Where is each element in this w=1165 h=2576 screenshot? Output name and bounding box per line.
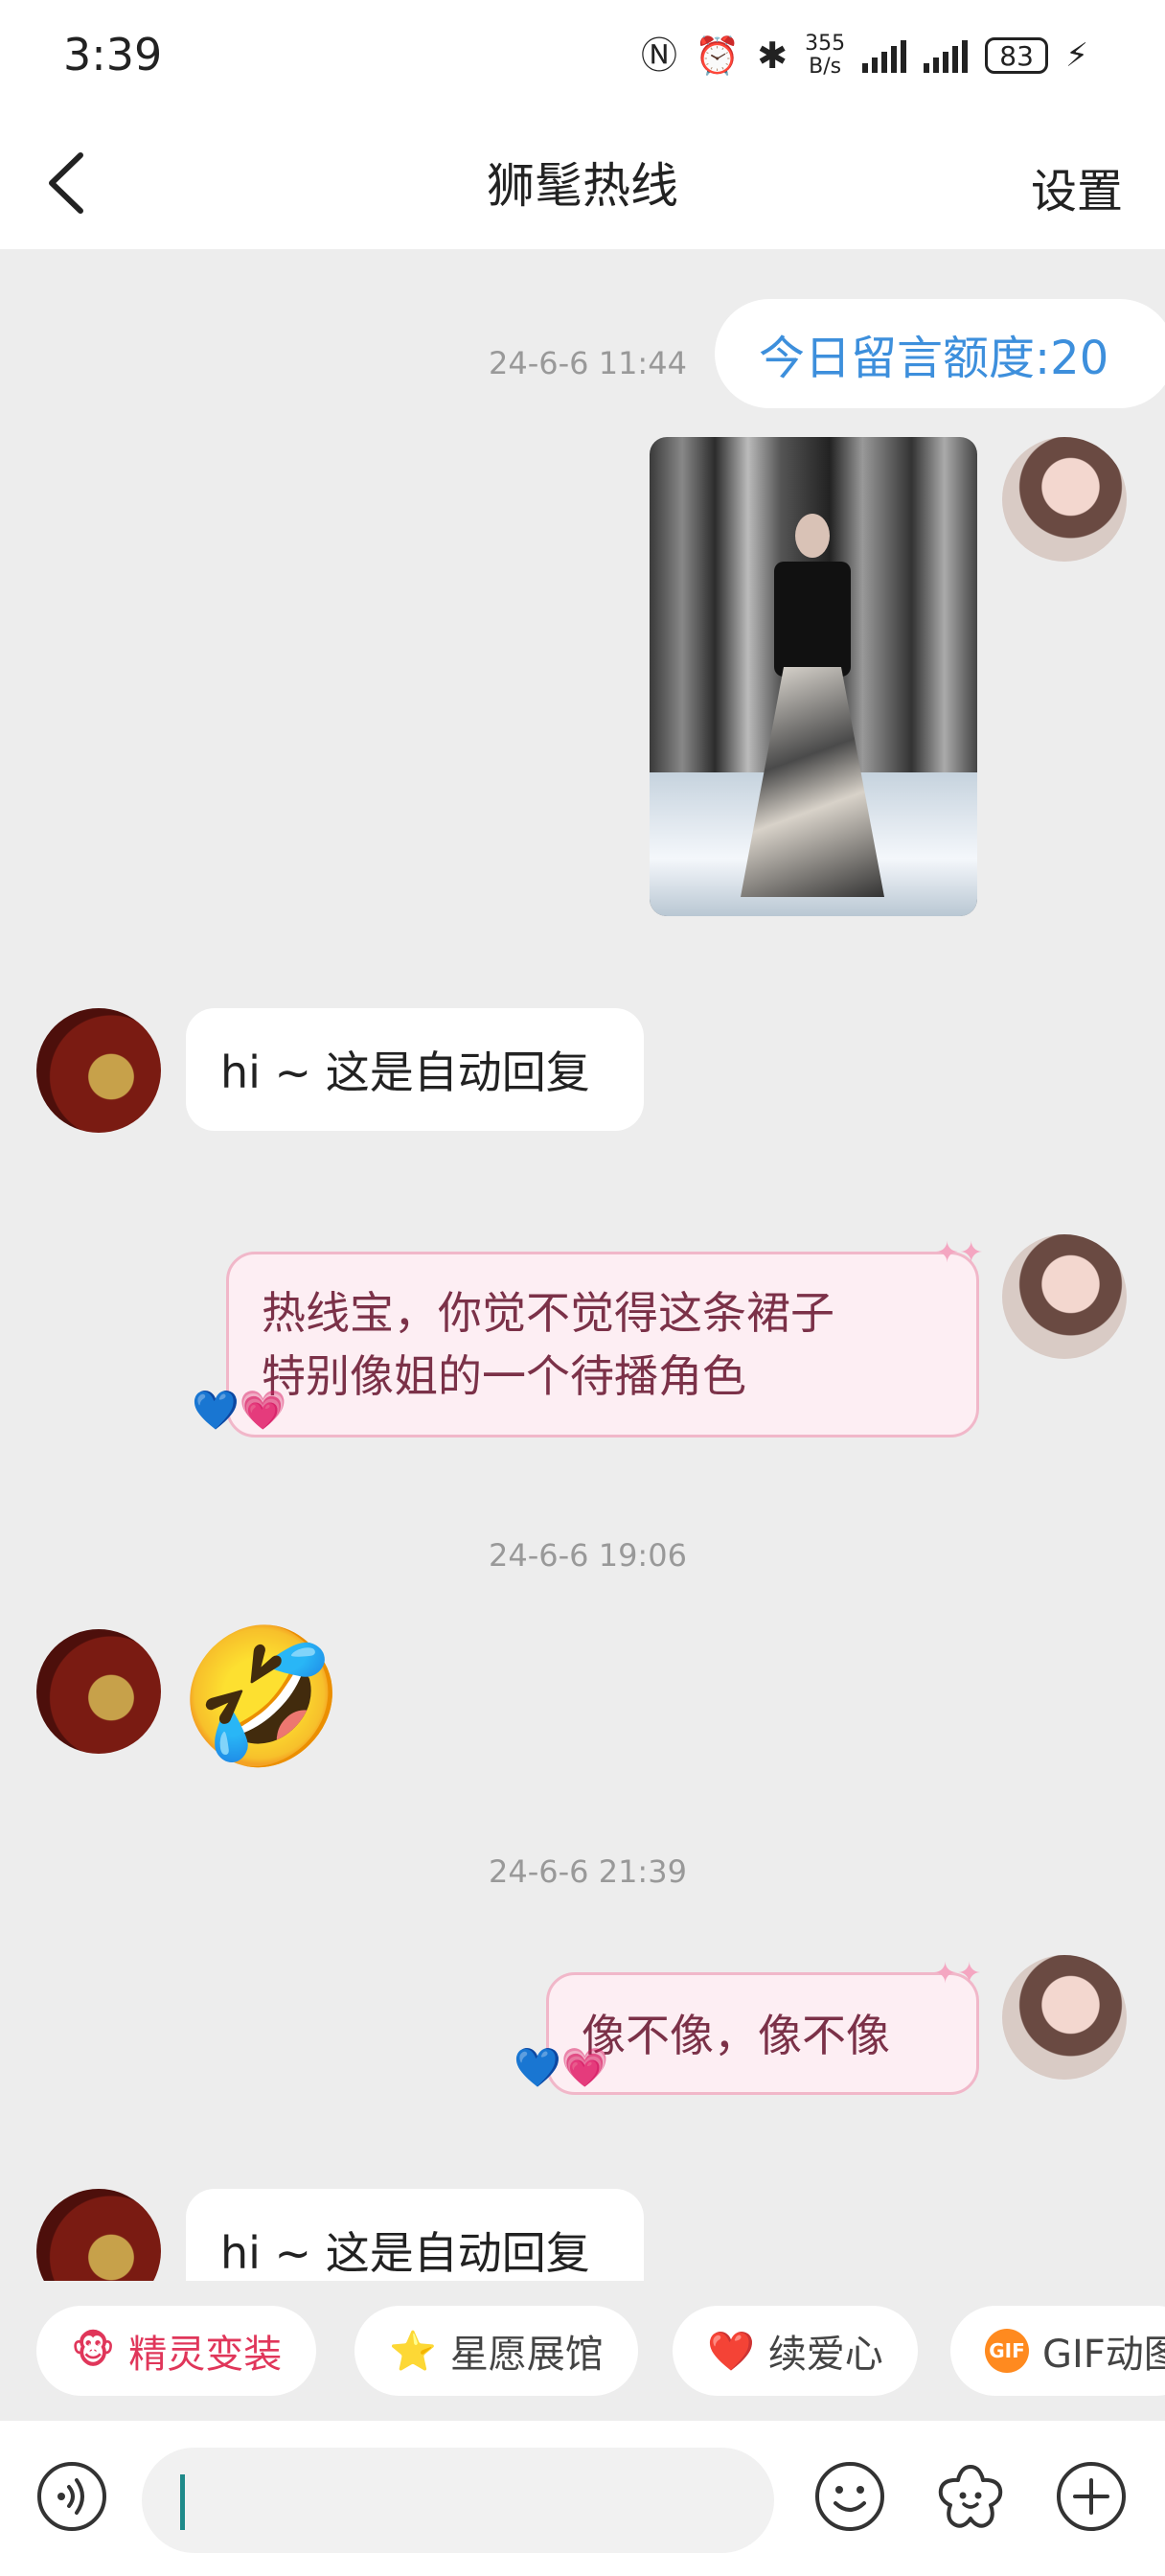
text-cursor xyxy=(180,2474,185,2530)
photo-dress-top xyxy=(774,562,851,677)
timestamp: 24-6-6 19:06 xyxy=(489,1537,687,1574)
message-bubble[interactable]: 热线宝，你觉不觉得这条裙子 特别像姐的一个待播角色 xyxy=(226,1252,979,1438)
star-icon: ⭐ xyxy=(389,2329,437,2374)
chip-label: 续爱心 xyxy=(767,2333,883,2377)
signal-icon xyxy=(862,38,907,73)
hearts-decoration-icon: 💙💗 xyxy=(514,2046,609,2090)
status-time: 3:39 xyxy=(63,29,163,80)
photo-dress-skirt xyxy=(741,667,884,897)
avatar[interactable] xyxy=(36,1629,161,1754)
hearts-decoration-icon: 💙💗 xyxy=(192,1389,287,1433)
message-input[interactable] xyxy=(142,2448,774,2553)
input-bar xyxy=(0,2421,1165,2576)
sparkle-decoration-icon: ✦✦ xyxy=(933,1957,982,1990)
network-speed-value: 355 xyxy=(805,32,846,56)
network-speed-unit: B/s xyxy=(809,55,842,79)
smiley-icon[interactable] xyxy=(812,2459,887,2534)
monkey-face-icon: 🐵 xyxy=(71,2329,116,2373)
settings-button[interactable]: 设置 xyxy=(1031,153,1123,220)
status-icons: Ⓝ ⏰ ✱ 355 B/s 83 ⚡ xyxy=(641,33,1088,79)
emoji-message[interactable]: 🤣 xyxy=(178,1631,345,1765)
photo-model-head xyxy=(795,514,830,558)
timestamp: 24-6-6 11:44 xyxy=(489,345,687,381)
network-speed: 355 B/s xyxy=(805,33,845,79)
quick-actions-bar[interactable]: 🐵 精灵变装 ⭐ 星愿展馆 ❤️ 续爱心 GIF GIF动图 xyxy=(0,2281,1165,2421)
flower-icon[interactable] xyxy=(933,2459,1008,2534)
battery-icon: 83 xyxy=(985,37,1049,74)
battery-level: 83 xyxy=(999,39,1034,72)
chat-area[interactable]: 24-6-6 11:44 今日留言额度:20 hi ~ 这是自动回复 热线宝，你… xyxy=(0,249,1165,2281)
bluetooth-icon: ✱ xyxy=(757,34,788,77)
gif-icon: GIF xyxy=(985,2329,1029,2373)
alarm-icon: ⏰ xyxy=(694,34,741,77)
message-quota-badge: 今日留言额度:20 xyxy=(715,299,1165,408)
chip-label: 精灵变装 xyxy=(128,2333,283,2377)
nfc-icon: Ⓝ xyxy=(640,34,677,77)
signal-icon xyxy=(924,38,969,73)
page-title: 狮髦热线 xyxy=(487,158,678,214)
chip-label: GIF动图 xyxy=(1042,2333,1165,2377)
chip-renew-love[interactable]: ❤️ 续爱心 xyxy=(673,2306,918,2396)
image-message[interactable] xyxy=(650,437,977,916)
message-line: 特别像姐的一个待播角色 xyxy=(262,1350,746,1402)
chip-star-gallery[interactable]: ⭐ 星愿展馆 xyxy=(354,2306,638,2396)
voice-icon[interactable] xyxy=(34,2459,109,2534)
chat-header: 狮髦热线 设置 xyxy=(0,115,1165,249)
chip-sprite-dressup[interactable]: 🐵 精灵变装 xyxy=(36,2306,317,2396)
timestamp: 24-6-6 21:39 xyxy=(489,1853,687,1890)
heart-icon: ❤️ xyxy=(707,2329,755,2374)
sparkle-decoration-icon: ✦✦ xyxy=(935,1236,984,1270)
chip-gif[interactable]: GIF GIF动图 xyxy=(950,2306,1165,2396)
charging-icon: ⚡ xyxy=(1065,36,1088,75)
message-bubble[interactable]: hi ~ 这是自动回复 xyxy=(186,1008,644,1131)
avatar[interactable] xyxy=(36,2189,161,2281)
chip-label: 星愿展馆 xyxy=(449,2333,604,2377)
avatar[interactable] xyxy=(1002,1234,1127,1359)
avatar[interactable] xyxy=(1002,437,1127,562)
message-line: 热线宝，你觉不觉得这条裙子 xyxy=(262,1287,834,1339)
avatar[interactable] xyxy=(1002,1955,1127,2080)
status-bar: 3:39 Ⓝ ⏰ ✱ 355 B/s 83 ⚡ xyxy=(0,0,1165,115)
avatar[interactable] xyxy=(36,1008,161,1133)
message-bubble[interactable]: hi ~ 这是自动回复 xyxy=(186,2189,644,2281)
plus-icon[interactable] xyxy=(1054,2459,1129,2534)
message-bubble[interactable]: 像不像，像不像 xyxy=(546,1972,979,2095)
